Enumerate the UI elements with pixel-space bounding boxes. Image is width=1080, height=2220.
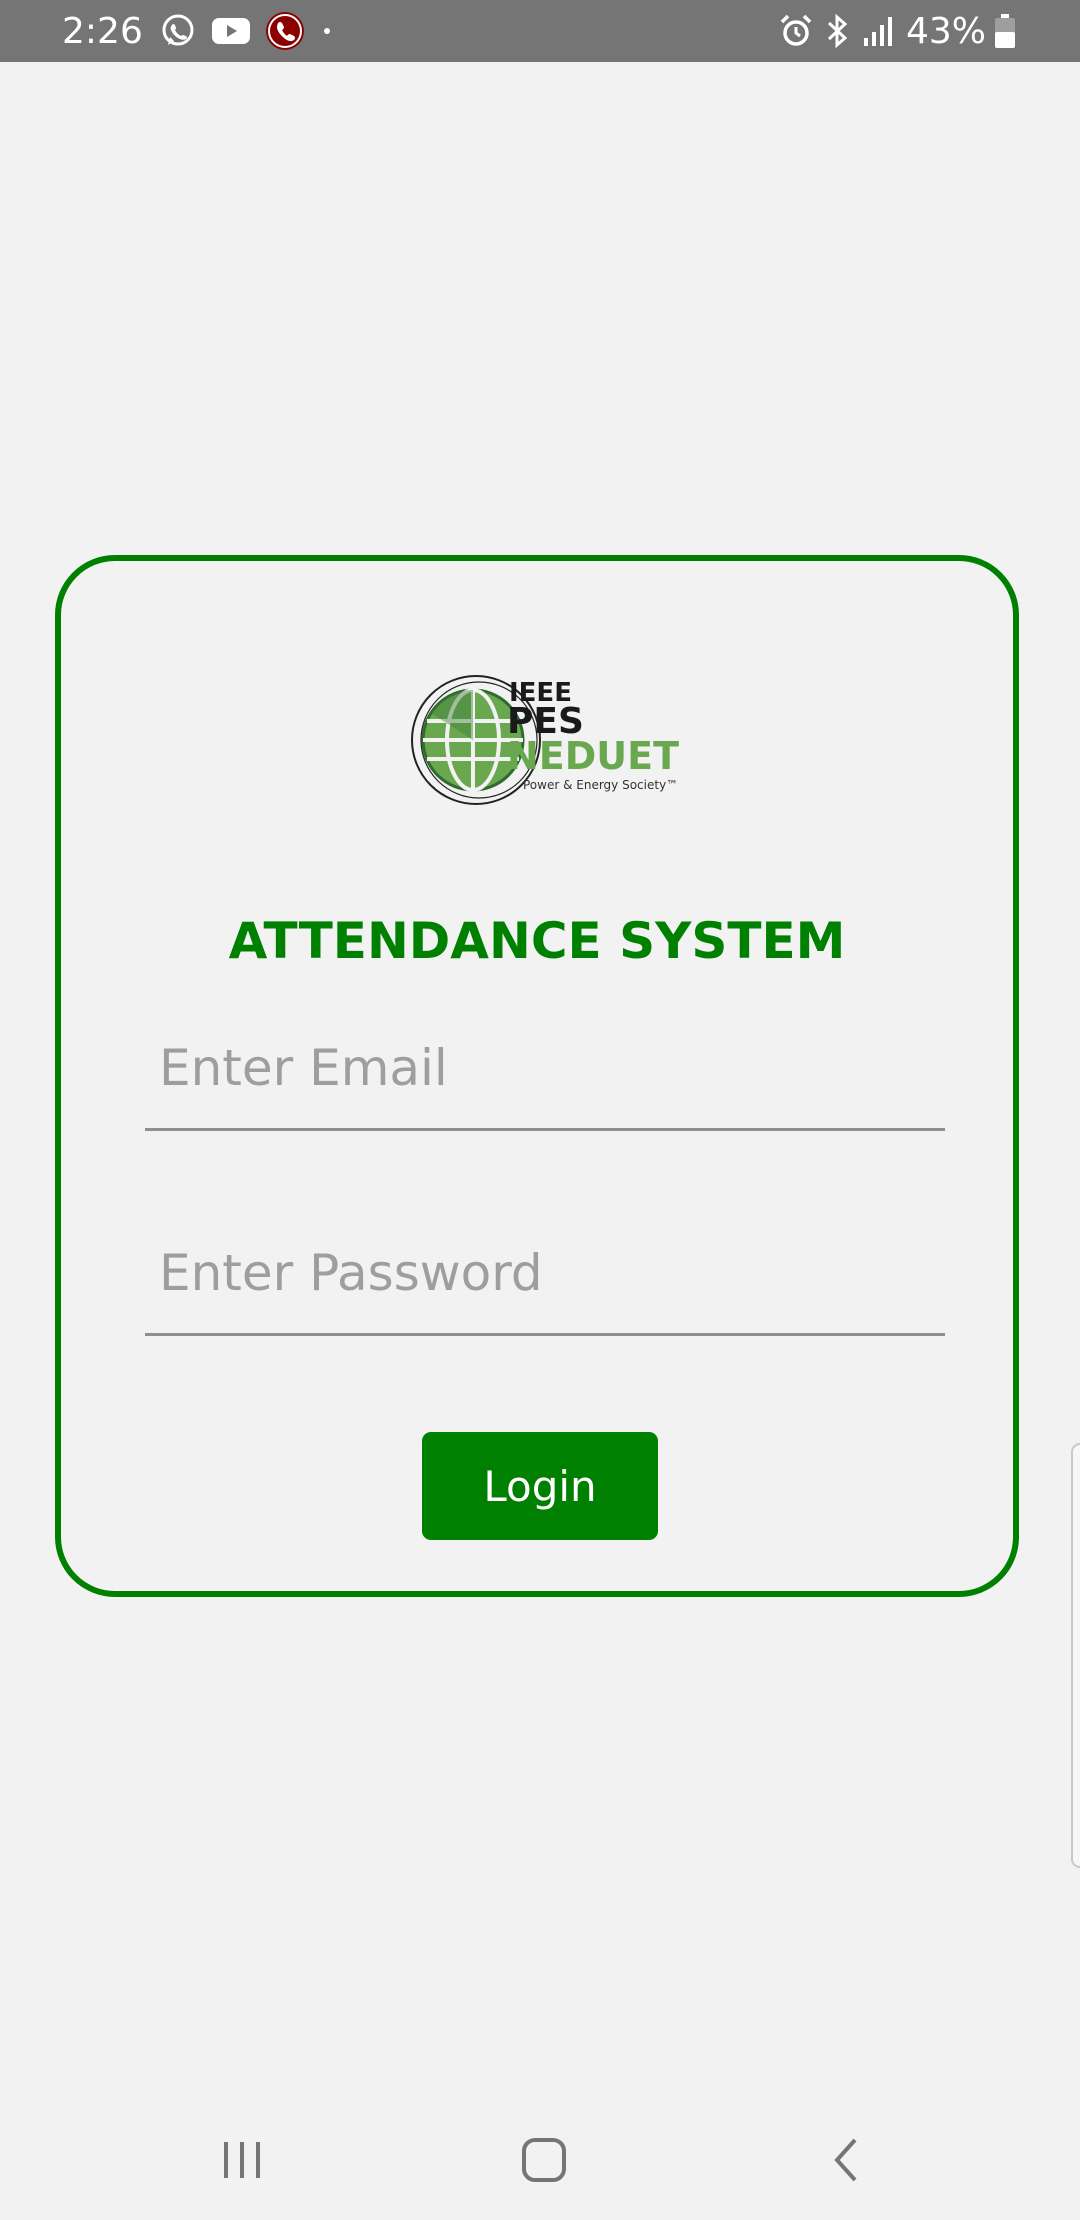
page-title: ATTENDANCE SYSTEM [228,912,846,970]
login-button[interactable]: Login [422,1432,658,1540]
battery-percent: 43% [905,10,986,52]
navigation-bar [0,2100,1080,2220]
back-icon [834,2138,857,2182]
email-field[interactable] [145,1021,945,1131]
call-icon [265,11,305,51]
dot-icon [319,23,335,39]
status-bar-left: 2:26 [62,0,349,62]
status-bar-right: 43% [778,0,1026,62]
signal-icon [862,14,896,48]
alarm-icon [778,13,814,49]
recents-button[interactable] [187,2120,297,2200]
logo-line-neduet: NEDUET [507,734,679,778]
whatsapp-icon [159,12,197,50]
ieee-pes-neduet-logo: IEEE PES NEDUET Power & Energy Society™ [411,673,681,807]
status-bar: 2:26 43% [0,0,1080,62]
youtube-icon [211,16,251,46]
back-button[interactable] [792,2120,902,2200]
edge-panel-handle[interactable] [1071,1443,1080,1868]
battery-icon [994,13,1016,49]
recents-icon [224,2142,260,2178]
password-field[interactable] [145,1226,945,1336]
login-screen: 2:26 43% IEEE PES NEDUET Power & Energy … [0,0,1080,2220]
status-time: 2:26 [62,10,143,52]
login-card: IEEE PES NEDUET Power & Energy Society™ … [55,555,1019,1597]
home-icon [522,2138,566,2182]
logo-tagline: Power & Energy Society™ [523,778,678,792]
bluetooth-icon [824,13,852,49]
home-button[interactable] [489,2120,599,2200]
